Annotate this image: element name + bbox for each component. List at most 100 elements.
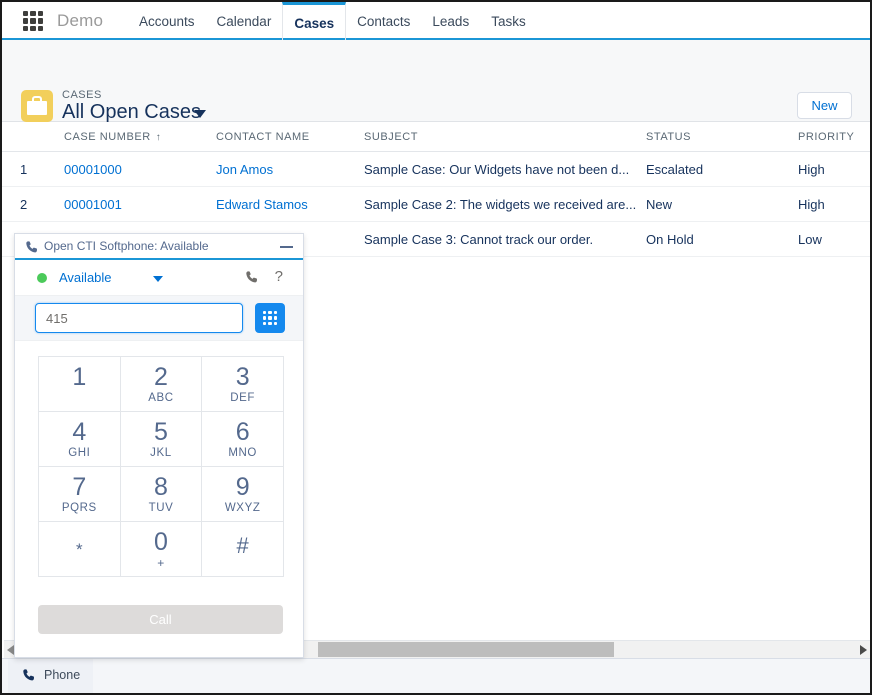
dialpad-key-digit: 5 <box>121 412 202 446</box>
dialpad-key-letters: DEF <box>202 391 283 405</box>
new-button[interactable]: New <box>797 92 852 119</box>
page-title: All Open Cases <box>62 101 201 124</box>
dialpad-key-star[interactable]: * <box>39 522 121 577</box>
dialpad-key-letters: JKL <box>121 446 202 460</box>
cell-contact-name: Edward Stamos <box>216 187 364 222</box>
call-button[interactable]: Call <box>38 605 283 634</box>
dialpad-key-8[interactable]: 8 TUV <box>121 467 203 522</box>
phone-icon <box>25 240 39 259</box>
dialpad-key-digit: 2 <box>121 357 202 391</box>
case-number-link[interactable]: 00001000 <box>64 162 122 177</box>
tab-contacts[interactable]: Contacts <box>346 2 421 40</box>
column-header-case-number-label: CASE NUMBER <box>64 131 151 143</box>
cell-priority: High <box>798 152 870 187</box>
status-available-dot <box>37 273 47 283</box>
tab-cases[interactable]: Cases <box>282 2 346 40</box>
dialpad-key-letters: MNO <box>202 446 283 460</box>
dialpad: 1 2 ABC 3 DEF 4 GHI 5 JKL 6 MNO <box>38 356 284 577</box>
scroll-left-arrow-icon[interactable] <box>7 645 14 655</box>
object-label: CASES <box>62 89 102 101</box>
contact-name-link[interactable]: Jon Amos <box>216 162 273 177</box>
softphone-status-bar: Available ? <box>15 260 303 296</box>
table-row[interactable]: 2 00001001 Edward Stamos Sample Case 2: … <box>2 187 870 222</box>
column-header-case-number[interactable]: CASE NUMBER ↑ <box>64 122 216 152</box>
tab-calendar[interactable]: Calendar <box>206 2 283 40</box>
chevron-down-icon[interactable] <box>194 110 206 118</box>
softphone-dial-row <box>15 296 303 341</box>
dialpad-key-digit: 0 <box>121 522 202 556</box>
column-header-priority[interactable]: PRIORITY <box>798 122 870 152</box>
utility-bar: Phone <box>2 658 870 693</box>
dialpad-key-digit: 4 <box>39 412 120 446</box>
dialpad-key-1[interactable]: 1 <box>39 357 121 412</box>
app-launcher-grid-icon[interactable] <box>22 10 44 32</box>
dialpad-key-letters: PQRS <box>39 501 120 515</box>
global-navigation-bar: Demo AccountsCalendarCasesContactsLeadsT… <box>2 2 870 40</box>
cell-priority: High <box>798 187 870 222</box>
column-header-subject[interactable]: SUBJECT <box>364 122 646 152</box>
softphone-panel-header[interactable]: Open CTI Softphone: Available <box>15 234 303 260</box>
phone-icon <box>22 668 36 687</box>
dialpad-key-digit: 3 <box>202 357 283 391</box>
cell-subject: Sample Case 2: The widgets we received a… <box>364 187 646 222</box>
sort-ascending-icon: ↑ <box>156 132 162 143</box>
salesforce-console-window: Demo AccountsCalendarCasesContactsLeadsT… <box>0 0 872 695</box>
status-presence-label[interactable]: Available <box>59 270 112 285</box>
cell-status: New <box>646 187 798 222</box>
phone-icon[interactable] <box>245 270 259 289</box>
dialpad-key-0[interactable]: 0 + <box>121 522 203 577</box>
softphone-header-title: Open CTI Softphone: Available <box>44 239 209 253</box>
dialpad-key-digit: 8 <box>121 467 202 501</box>
cell-contact-name: Jon Amos <box>216 152 364 187</box>
dialpad-key-2[interactable]: 2 ABC <box>121 357 203 412</box>
scrollbar-thumb[interactable] <box>318 642 614 657</box>
case-number-link[interactable]: 00001001 <box>64 197 122 212</box>
case-briefcase-icon <box>21 90 53 122</box>
dialpad-key-3[interactable]: 3 DEF <box>202 357 284 412</box>
cell-subject: Sample Case 3: Cannot track our order. <box>364 222 646 257</box>
dialpad-key-9[interactable]: 9 WXYZ <box>202 467 284 522</box>
dialpad-key-6[interactable]: 6 MNO <box>202 412 284 467</box>
dialpad-key-letters: GHI <box>39 446 120 460</box>
column-header-status[interactable]: STATUS <box>646 122 798 152</box>
cell-priority: Low <box>798 222 870 257</box>
dialpad-key-5[interactable]: 5 JKL <box>121 412 203 467</box>
dialpad-key-digit: 6 <box>202 412 283 446</box>
dialpad-key-digit: * <box>39 522 120 563</box>
cell-status: Escalated <box>646 152 798 187</box>
tab-leads[interactable]: Leads <box>421 2 480 40</box>
list-view-header: CASES All Open Cases New 3 items • Sorte… <box>2 40 870 122</box>
cell-status: On Hold <box>646 222 798 257</box>
cell-subject: Sample Case: Our Widgets have not been d… <box>364 152 646 187</box>
tab-tasks[interactable]: Tasks <box>480 2 537 40</box>
contact-name-link[interactable]: Edward Stamos <box>216 197 308 212</box>
utility-item-phone[interactable]: Phone <box>8 659 93 693</box>
column-header-contact-name[interactable]: CONTACT NAME <box>216 122 364 152</box>
softphone-panel: Open CTI Softphone: Available Available … <box>14 233 304 658</box>
help-question-icon[interactable]: ? <box>275 268 283 285</box>
row-number: 2 <box>2 187 64 222</box>
dialpad-key-digit: 1 <box>39 357 120 391</box>
dialpad-key-letters: TUV <box>121 501 202 515</box>
dialpad-key-letters: ABC <box>121 391 202 405</box>
dialpad-key-hash[interactable]: # <box>202 522 284 577</box>
dialpad-key-4[interactable]: 4 GHI <box>39 412 121 467</box>
scroll-right-arrow-icon[interactable] <box>860 645 867 655</box>
tab-accounts[interactable]: Accounts <box>128 2 206 40</box>
cell-case-number: 00001001 <box>64 187 216 222</box>
utility-item-label: Phone <box>44 668 80 682</box>
table-row[interactable]: 1 00001000 Jon Amos Sample Case: Our Wid… <box>2 152 870 187</box>
dialpad-key-letters: + <box>121 556 202 570</box>
keypad-grid-icon[interactable] <box>255 303 285 333</box>
table-header-row: CASE NUMBER ↑ CONTACT NAME SUBJECT STATUS… <box>2 122 870 152</box>
dialpad-key-digit: 7 <box>39 467 120 501</box>
row-number: 1 <box>2 152 64 187</box>
app-name: Demo <box>57 11 103 31</box>
chevron-down-icon[interactable] <box>153 276 163 282</box>
dialpad-key-7[interactable]: 7 PQRS <box>39 467 121 522</box>
phone-number-input[interactable] <box>35 303 243 333</box>
dialpad-key-digit: 9 <box>202 467 283 501</box>
cell-case-number: 00001000 <box>64 152 216 187</box>
minimize-icon[interactable] <box>280 246 293 248</box>
nav-tab-list: AccountsCalendarCasesContactsLeadsTasks <box>128 2 537 40</box>
